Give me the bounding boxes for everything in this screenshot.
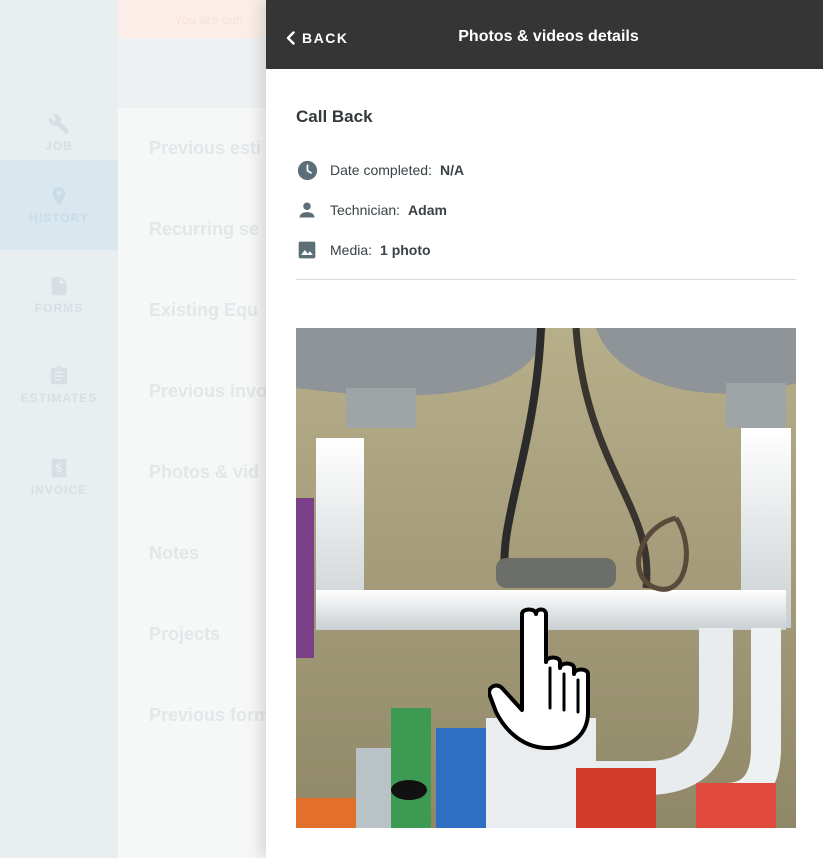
date-completed-row: Date completed: N/A [296,159,796,181]
media-value: 1 photo [380,242,431,258]
sidebar-item-estimates[interactable]: ESTIMATES [0,340,118,430]
wrench-icon [48,114,70,135]
list-item[interactable]: Notes [149,543,199,564]
clock-icon [296,159,318,181]
list-item[interactable]: Projects [149,624,220,645]
hand-pointer-cursor-icon [487,604,613,759]
technician-row: Technician: Adam [296,199,796,221]
person-icon [296,199,318,221]
sidebar-item-label: HISTORY [29,211,89,225]
technician-label: Technician: [330,202,401,218]
background-strip [118,38,266,108]
sidebar-item-label: FORMS [34,301,84,315]
sidebar-item-forms[interactable]: FORMS [0,250,118,340]
invoice-dollar-icon [51,458,67,478]
divider [296,279,796,280]
sidebar-item-label: JOB [45,139,73,153]
list-item[interactable]: Existing Equ [149,300,258,321]
sidebar-item-invoice[interactable]: INVOICE [0,432,118,522]
section-title: Call Back [296,107,373,126]
sidebar-item-label: INVOICE [30,483,88,497]
background-banner: You are curr [118,0,266,38]
location-pin-icon [52,186,66,206]
technician-value: Adam [408,202,447,218]
meta-list: Date completed: N/A Technician: Adam Med… [296,159,796,261]
date-completed-label: Date completed: [330,162,432,178]
drawer-header: BACK Photos & videos details [266,0,823,69]
sidebar-item-label: ESTIMATES [20,391,98,405]
list-item[interactable]: Previous invo [149,381,267,402]
list-item[interactable]: Previous esti [149,138,261,159]
list-item[interactable]: Previous form [149,705,270,726]
clipboard-icon [50,365,68,385]
list-item[interactable]: Recurring se [149,219,259,240]
image-icon [296,239,318,261]
form-document-icon [51,276,67,296]
date-completed-value: N/A [439,162,465,178]
media-label: Media: [330,242,373,258]
list-item[interactable]: Photos & vid [149,462,259,483]
drawer-title: Photos & videos details [458,28,639,45]
sidebar-item-history[interactable]: HISTORY [0,160,128,250]
media-row: Media: 1 photo [296,239,796,261]
